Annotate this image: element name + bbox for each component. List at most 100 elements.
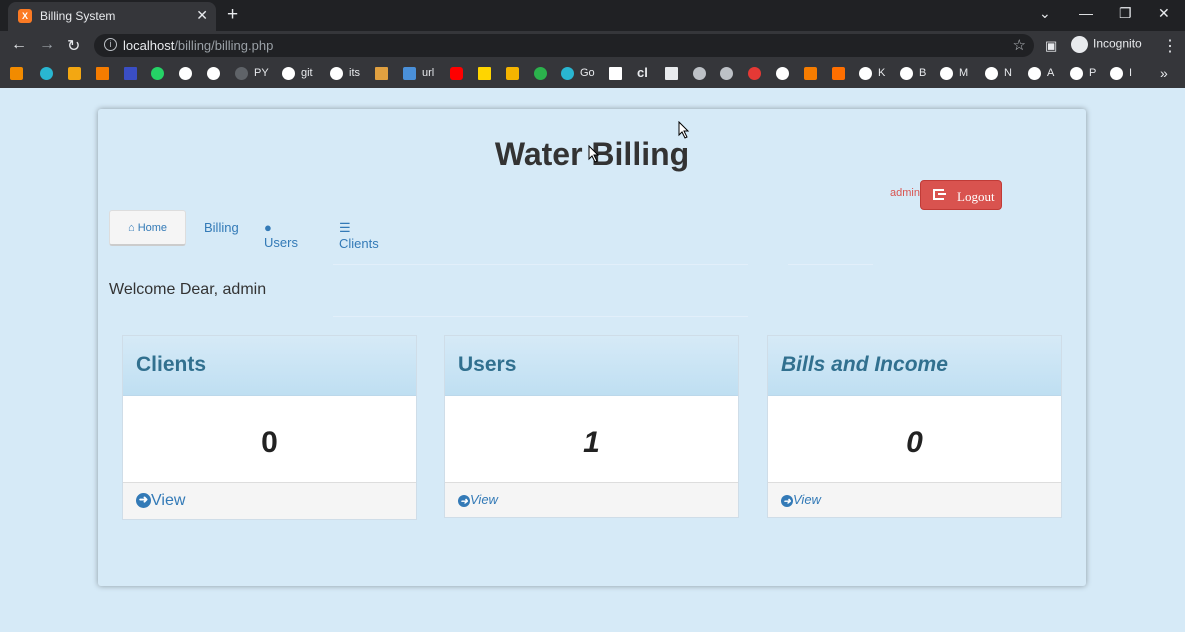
tab-title: Billing System [40, 9, 116, 23]
card-footer: ➜ View [123, 482, 416, 519]
bookmark-label[interactable]: PY [254, 67, 269, 79]
bookmark-label[interactable]: P [1089, 67, 1096, 79]
window-close-icon[interactable]: ✕ [1158, 5, 1170, 22]
bookmark-label[interactable]: url [422, 67, 434, 79]
url-host: localhost [123, 38, 175, 53]
view-link-label: View [793, 492, 821, 507]
google-icon[interactable] [900, 67, 913, 80]
github-icon[interactable] [235, 67, 248, 80]
chart-icon[interactable] [96, 67, 109, 80]
youtube-icon[interactable] [450, 67, 463, 80]
nav-home[interactable]: ⌂ Home [109, 210, 186, 246]
google-icon[interactable] [207, 67, 220, 80]
minimize-icon[interactable]: — [1079, 5, 1093, 21]
bookmark-icon[interactable] [375, 67, 388, 80]
forward-icon[interactable]: → [39, 36, 55, 54]
bookmark-icon[interactable] [68, 67, 81, 80]
users-card: Users 1 ➜ View [444, 335, 739, 518]
bills-card: Bills and Income 0 ➜ View [767, 335, 1062, 518]
bookmark-label[interactable]: cl [637, 65, 648, 80]
bookmark-icon[interactable] [609, 67, 622, 80]
bookmark-icon[interactable] [478, 67, 491, 80]
google-icon[interactable] [1110, 67, 1123, 80]
bookmark-label[interactable]: A [1047, 67, 1054, 79]
bookmark-star-icon[interactable]: ☆ [1013, 36, 1026, 54]
globe-icon[interactable] [693, 67, 706, 80]
browser-menu-icon[interactable]: ⋮ [1162, 36, 1178, 56]
bookmark-icon[interactable] [832, 67, 845, 80]
back-icon[interactable]: ← [11, 36, 27, 54]
google-icon[interactable] [940, 67, 953, 80]
incognito-badge[interactable]: Incognito [1071, 36, 1142, 53]
view-clients-link[interactable]: ➜ View [136, 492, 185, 510]
bookmark-label[interactable]: git [301, 67, 313, 79]
tab-close-icon[interactable]: ✕ [196, 7, 208, 24]
address-bar[interactable]: i localhost/billing/billing.php ☆ [94, 34, 1034, 57]
xampp-favicon-icon: X [18, 9, 32, 23]
card-count: 1 [583, 426, 600, 459]
card-footer: ➜ View [768, 482, 1061, 517]
nav-users[interactable]: ● Users [264, 220, 298, 250]
divider [333, 264, 748, 265]
bookmark-icon[interactable] [506, 67, 519, 80]
bookmark-icon[interactable] [403, 67, 416, 80]
bookmark-label[interactable]: Go [580, 67, 595, 79]
bookmark-label[interactable]: M [959, 67, 968, 79]
view-link-label: View [470, 492, 498, 507]
bookmark-icon[interactable] [40, 67, 53, 80]
card-heading: Clients [136, 353, 207, 376]
bookmark-label[interactable]: N [1004, 67, 1012, 79]
card-heading: Bills and Income [781, 353, 948, 376]
arrow-circle-right-icon: ➜ [781, 494, 793, 507]
card-heading: Users [458, 353, 517, 376]
tab-search-icon[interactable]: ⌄ [1039, 5, 1051, 22]
side-panel-icon[interactable]: ▣ [1045, 38, 1057, 54]
arrow-circle-right-icon: ➜ [458, 494, 470, 507]
view-bills-link[interactable]: ➜ View [781, 492, 821, 507]
view-users-link[interactable]: ➜ View [458, 492, 498, 507]
logout-label: Logout [957, 189, 995, 204]
home-icon: ⌂ [127, 222, 135, 234]
whatsapp-icon[interactable] [151, 67, 164, 80]
bookmark-icon[interactable] [804, 67, 817, 80]
bookmark-icon[interactable] [10, 67, 23, 80]
bookmark-label[interactable]: B [919, 67, 926, 79]
view-link-label: View [151, 492, 186, 509]
google-icon[interactable] [330, 67, 343, 80]
info-icon[interactable]: i [104, 38, 117, 51]
restore-icon[interactable]: ❐ [1119, 5, 1132, 22]
divider [788, 264, 873, 265]
bookmark-label[interactable]: K [878, 67, 885, 79]
logout-icon [933, 189, 946, 200]
browser-tab[interactable]: X Billing System ✕ [8, 2, 216, 31]
google-icon[interactable] [985, 67, 998, 80]
bookmark-icon[interactable] [534, 67, 547, 80]
card-body: 0 [123, 396, 416, 482]
mouse-cursor-icon [678, 121, 690, 139]
google-icon[interactable] [859, 67, 872, 80]
ieee-icon[interactable] [124, 67, 137, 80]
card-header: Bills and Income [768, 336, 1061, 396]
bookmark-icon[interactable] [665, 67, 678, 80]
main-panel: Water Billing admin Logout ⌂ Home Billin… [98, 109, 1086, 586]
nav-home-label: Home [137, 222, 168, 234]
nav-billing[interactable]: Billing [204, 220, 239, 235]
new-tab-icon[interactable]: + [227, 4, 238, 26]
logout-button[interactable]: Logout [920, 180, 1002, 210]
bookmark-icon[interactable] [561, 67, 574, 80]
reload-icon[interactable]: ↻ [67, 36, 80, 56]
more-bookmarks-icon[interactable]: » [1160, 65, 1168, 81]
google-icon[interactable] [776, 67, 789, 80]
google-icon[interactable] [1028, 67, 1041, 80]
google-icon[interactable] [179, 67, 192, 80]
globe-icon[interactable] [720, 67, 733, 80]
card-body: 1 [445, 396, 738, 482]
bookmark-label[interactable]: its [349, 67, 360, 79]
google-icon[interactable] [1070, 67, 1083, 80]
google-icon[interactable] [282, 67, 295, 80]
bookmark-label[interactable]: I [1129, 67, 1132, 79]
yandex-icon[interactable] [748, 67, 761, 80]
nav-clients[interactable]: ☰ Clients [339, 220, 379, 251]
logged-in-user: admin [890, 187, 920, 199]
url-text: localhost/billing/billing.php [123, 38, 273, 53]
